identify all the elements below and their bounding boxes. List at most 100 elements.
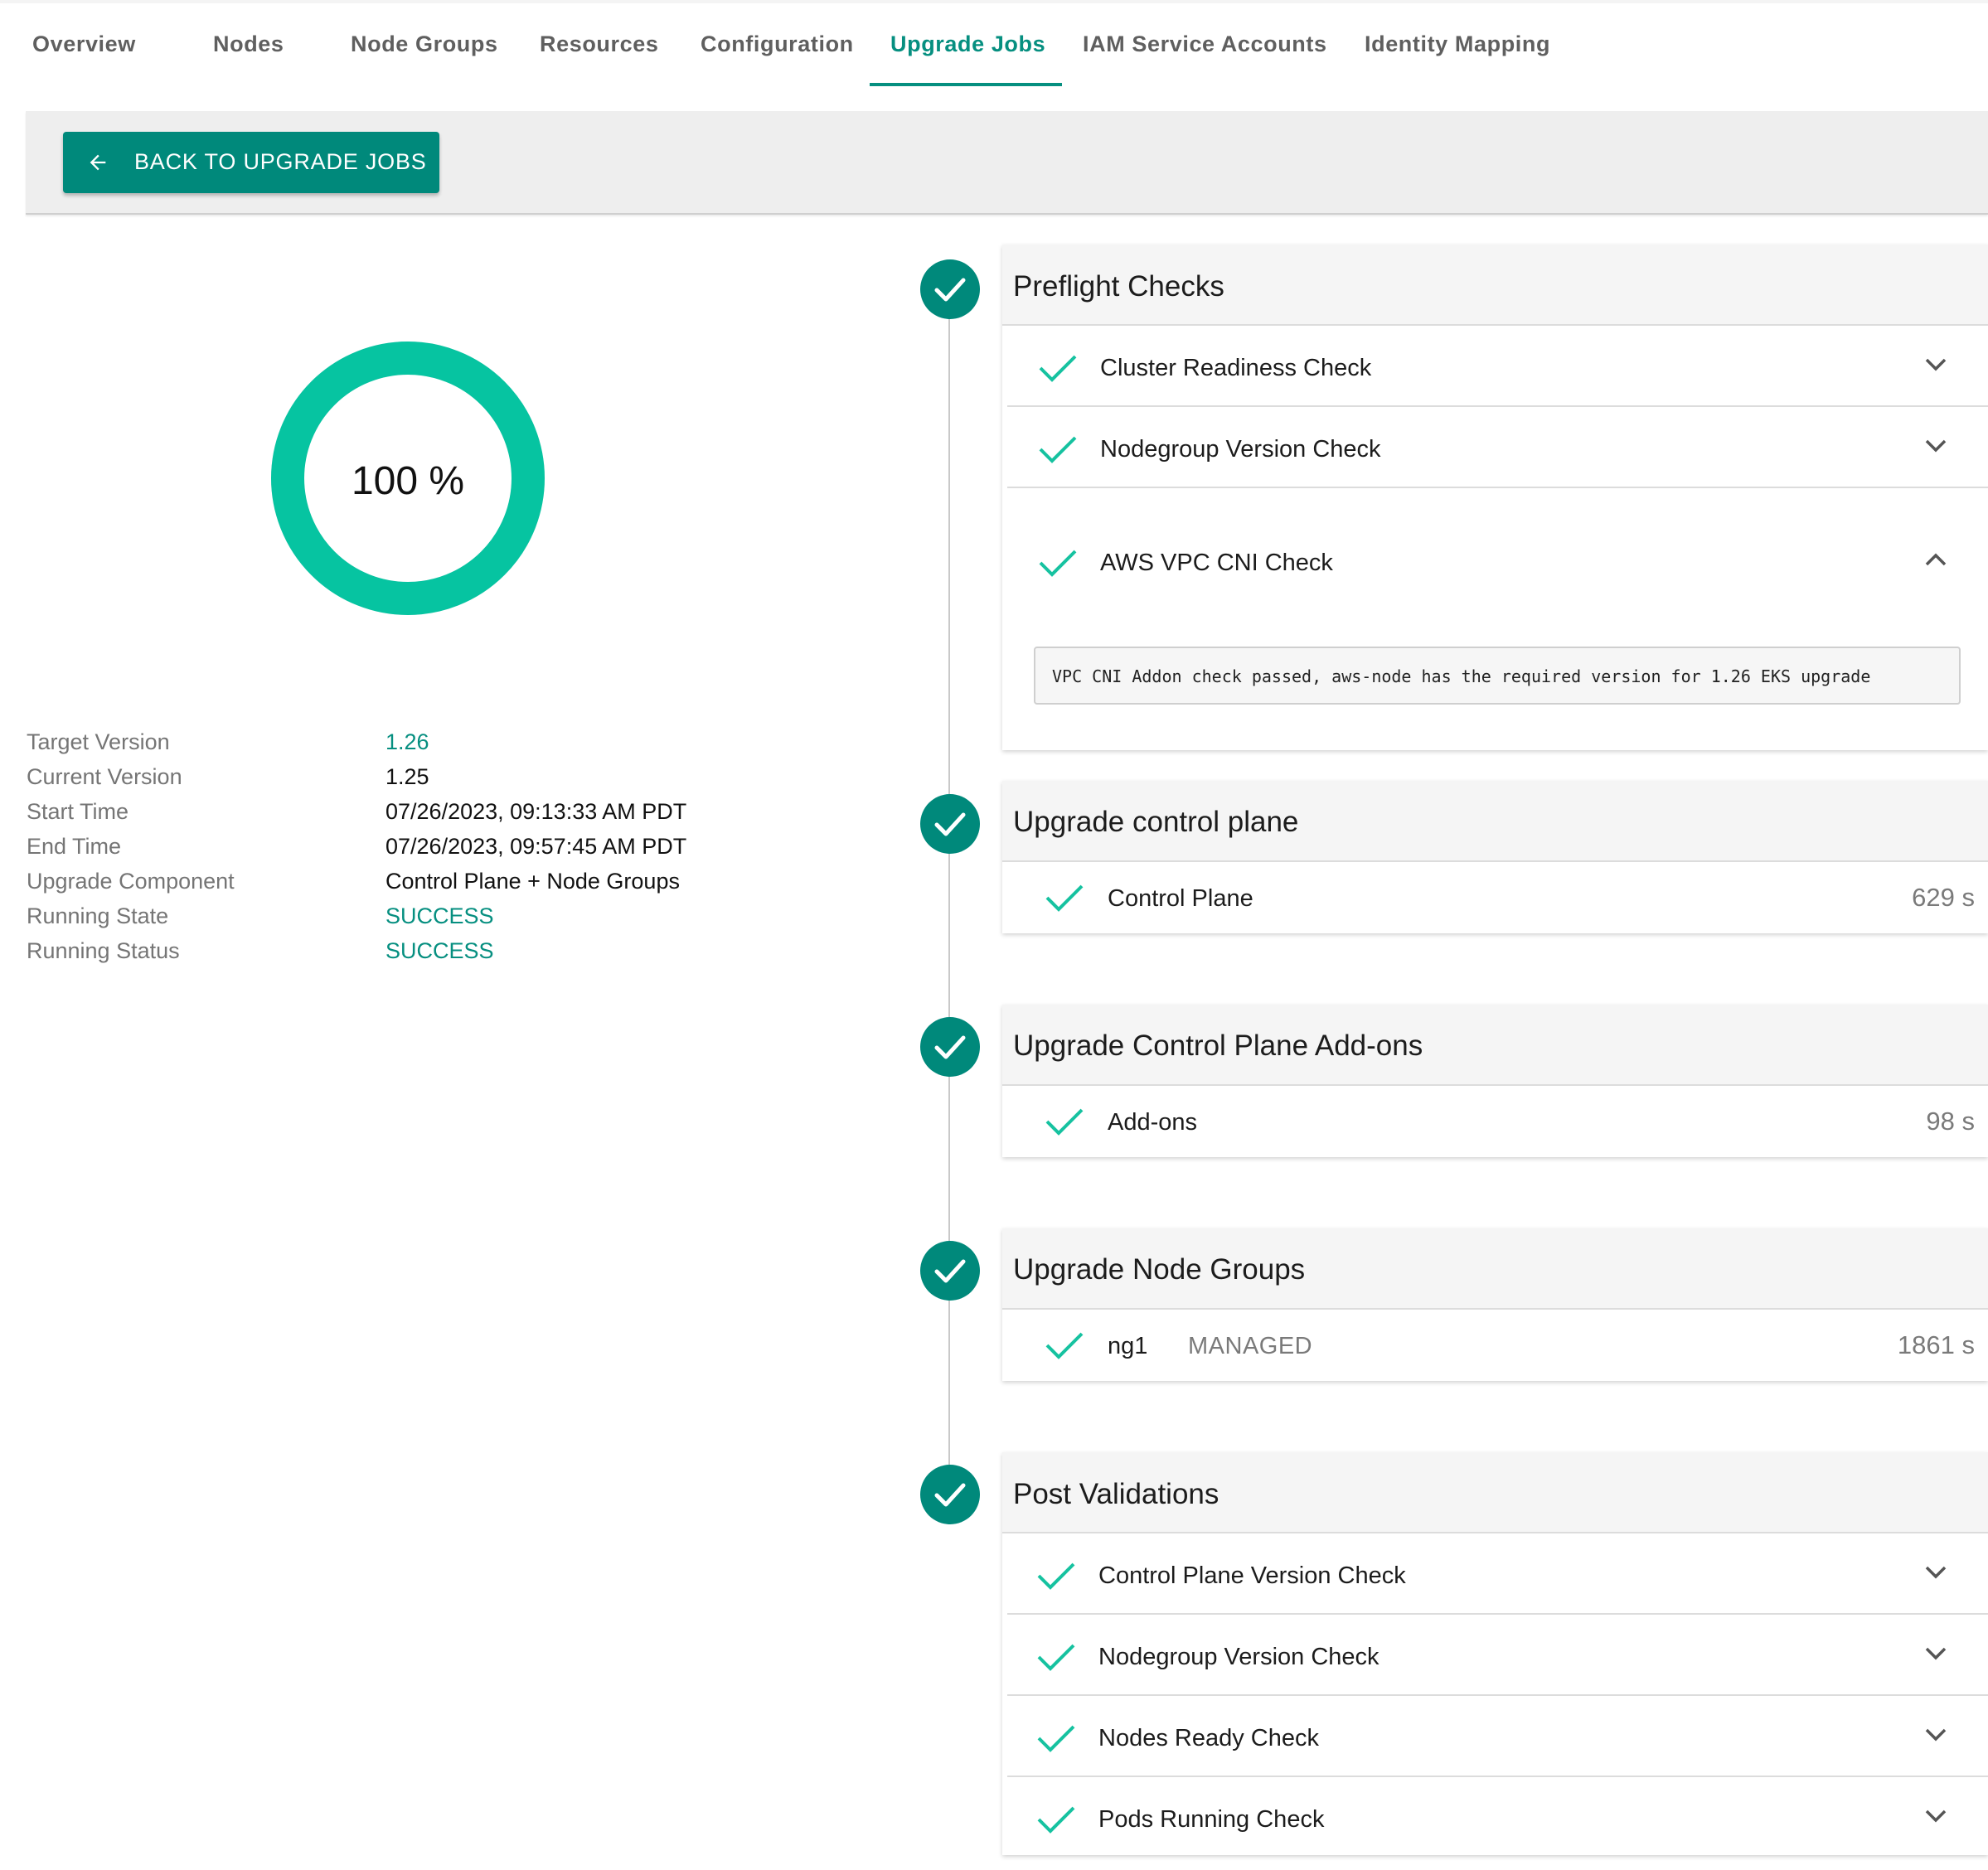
post-validations-panel: Post Validations Control Plane Version C… <box>1002 1452 1988 1855</box>
check-row-aws-vpc-cni[interactable]: AWS VPC CNI Check <box>1007 488 1988 650</box>
check-icon <box>1039 550 1077 577</box>
step-complete-icon <box>920 1017 980 1077</box>
tab-node-groups[interactable]: Node Groups <box>351 31 498 57</box>
toolbar: BACK TO UPGRADE JOBS <box>26 111 1988 215</box>
check-icon <box>1037 1806 1075 1834</box>
panel-header: Upgrade control plane <box>1002 781 1988 862</box>
tab-bar: Overview Nodes Node Groups Resources Con… <box>0 0 1988 86</box>
check-label: Nodes Ready Check <box>1098 1725 1319 1751</box>
chevron-down-icon[interactable] <box>1924 1809 1947 1824</box>
check-row-cluster-readiness[interactable]: Cluster Readiness Check <box>1007 326 1988 407</box>
back-button-label: BACK TO UPGRADE JOBS <box>134 149 427 174</box>
check-icon <box>1037 1562 1075 1590</box>
chevron-down-icon[interactable] <box>1924 1646 1947 1661</box>
task-row-addons: Add-ons 98 s <box>1007 1084 1988 1159</box>
chevron-down-icon[interactable] <box>1924 1727 1947 1742</box>
upgrade-node-groups-panel: Upgrade Node Groups ng1 MANAGED 1861 s <box>1002 1228 1988 1381</box>
check-label: Nodegroup Version Check <box>1100 436 1381 463</box>
panel-header: Upgrade Node Groups <box>1002 1228 1988 1310</box>
timeline-line <box>948 315 950 1492</box>
info-label: End Time <box>27 834 122 859</box>
check-label: Pods Running Check <box>1098 1806 1325 1833</box>
arrow-left-icon <box>90 154 106 171</box>
panel-header: Upgrade Control Plane Add-ons <box>1002 1005 1988 1086</box>
end-time-value: 07/26/2023, 09:57:45 AM PDT <box>385 834 687 859</box>
info-row-running-status: Running Status SUCCESS <box>27 938 773 973</box>
start-time-value: 07/26/2023, 09:13:33 AM PDT <box>385 799 687 824</box>
info-label: Target Version <box>27 729 170 754</box>
check-detail-box: VPC CNI Addon check passed, aws-node has… <box>1034 647 1961 705</box>
chevron-up-icon[interactable] <box>1924 552 1947 567</box>
running-status-value: SUCCESS <box>385 938 494 963</box>
check-label: Cluster Readiness Check <box>1100 355 1372 381</box>
tab-identity-mapping[interactable]: Identity Mapping <box>1365 31 1550 57</box>
task-duration: 98 s <box>1926 1107 1975 1136</box>
upgrade-component-value: Control Plane + Node Groups <box>385 869 680 894</box>
info-label: Current Version <box>27 764 182 789</box>
back-to-upgrade-jobs-button[interactable]: BACK TO UPGRADE JOBS <box>63 132 439 193</box>
step-complete-icon <box>920 1465 980 1524</box>
check-icon <box>1045 1332 1084 1359</box>
check-detail-text: VPC CNI Addon check passed, aws-node has… <box>1052 666 1871 686</box>
panel-title: Upgrade Control Plane Add-ons <box>1013 1029 1423 1062</box>
chevron-down-icon[interactable] <box>1924 357 1947 372</box>
check-row-nodes-ready[interactable]: Nodes Ready Check <box>1007 1696 1988 1777</box>
check-label: Nodegroup Version Check <box>1098 1644 1379 1670</box>
info-row-current-version: Current Version 1.25 <box>27 764 773 799</box>
task-row-ng1: ng1 MANAGED 1861 s <box>1007 1308 1988 1383</box>
preflight-checks-panel: Preflight Checks Cluster Readiness Check… <box>1002 245 1988 750</box>
check-label: AWS VPC CNI Check <box>1100 550 1333 576</box>
panel-title: Preflight Checks <box>1013 270 1224 303</box>
info-row-start-time: Start Time 07/26/2023, 09:13:33 AM PDT <box>27 799 773 834</box>
check-icon <box>1037 1725 1075 1752</box>
step-complete-icon <box>920 794 980 854</box>
active-tab-indicator <box>870 83 1062 86</box>
check-row-pods-running[interactable]: Pods Running Check <box>1007 1777 1988 1858</box>
node-group-type: MANAGED <box>1188 1333 1313 1359</box>
current-version-value: 1.25 <box>385 764 429 789</box>
task-row-control-plane: Control Plane 629 s <box>1007 860 1988 935</box>
info-row-target-version: Target Version 1.26 <box>27 729 773 764</box>
panel-title: Upgrade control plane <box>1013 806 1299 838</box>
task-label: Control Plane <box>1108 885 1253 912</box>
info-label: Start Time <box>27 799 129 824</box>
panel-header: Preflight Checks <box>1002 245 1988 326</box>
check-row-control-plane-version[interactable]: Control Plane Version Check <box>1007 1533 1988 1615</box>
check-icon <box>1045 1108 1084 1136</box>
chevron-down-icon[interactable] <box>1924 438 1947 453</box>
check-icon <box>1039 436 1077 463</box>
check-icon <box>1037 1644 1075 1671</box>
check-icon <box>1045 884 1084 912</box>
upgrade-addons-panel: Upgrade Control Plane Add-ons Add-ons 98… <box>1002 1005 1988 1157</box>
info-row-upgrade-component: Upgrade Component Control Plane + Node G… <box>27 869 773 904</box>
step-complete-icon <box>920 259 980 319</box>
step-complete-icon <box>920 1241 980 1301</box>
panel-title: Post Validations <box>1013 1478 1219 1510</box>
check-icon <box>1039 355 1077 382</box>
info-label: Upgrade Component <box>27 869 235 894</box>
info-label: Running Status <box>27 938 180 963</box>
task-duration: 1861 s <box>1897 1330 1975 1359</box>
chevron-down-icon[interactable] <box>1924 1565 1947 1580</box>
tab-overview[interactable]: Overview <box>32 31 136 57</box>
info-label: Running State <box>27 904 169 928</box>
info-row-running-state: Running State SUCCESS <box>27 904 773 938</box>
task-label: Add-ons <box>1108 1109 1198 1136</box>
tab-iam-service-accounts[interactable]: IAM Service Accounts <box>1083 31 1327 57</box>
check-label: Control Plane Version Check <box>1098 1562 1406 1589</box>
check-row-nodegroup-version[interactable]: Nodegroup Version Check <box>1007 407 1988 488</box>
tab-upgrade-jobs[interactable]: Upgrade Jobs <box>890 31 1045 57</box>
progress-percent: 100 % <box>351 459 465 503</box>
tab-nodes[interactable]: Nodes <box>213 31 284 57</box>
target-version-value: 1.26 <box>385 729 429 754</box>
panel-title: Upgrade Node Groups <box>1013 1253 1306 1286</box>
tab-configuration[interactable]: Configuration <box>701 31 854 57</box>
panel-header: Post Validations <box>1002 1452 1988 1533</box>
upgrade-control-plane-panel: Upgrade control plane Control Plane 629 … <box>1002 781 1988 933</box>
info-row-end-time: End Time 07/26/2023, 09:57:45 AM PDT <box>27 834 773 869</box>
task-label: ng1 <box>1108 1333 1148 1359</box>
task-duration: 629 s <box>1912 883 1975 912</box>
tab-resources[interactable]: Resources <box>540 31 658 57</box>
check-row-nodegroup-version[interactable]: Nodegroup Version Check <box>1007 1615 1988 1696</box>
running-state-value: SUCCESS <box>385 904 494 928</box>
